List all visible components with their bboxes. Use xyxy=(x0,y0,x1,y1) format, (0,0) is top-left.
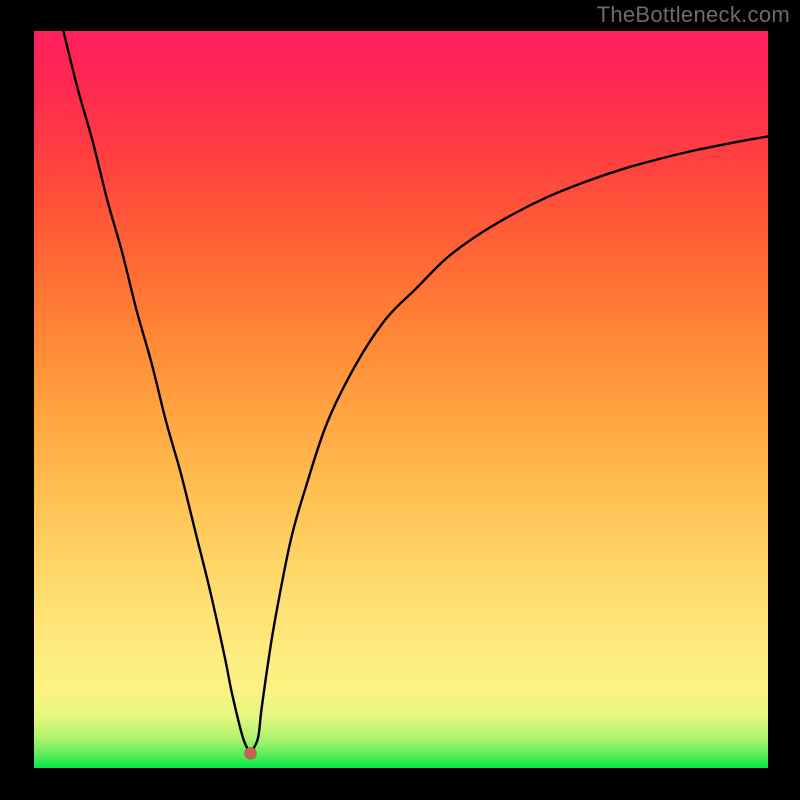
chart-container: TheBottleneck.com xyxy=(0,0,800,800)
curve-left-branch xyxy=(63,31,250,753)
plot-frame xyxy=(34,31,768,768)
minimum-marker-dot xyxy=(245,747,257,759)
curve-layer xyxy=(34,31,768,768)
watermark-text: TheBottleneck.com xyxy=(597,2,790,28)
curve-right-branch xyxy=(251,136,768,753)
